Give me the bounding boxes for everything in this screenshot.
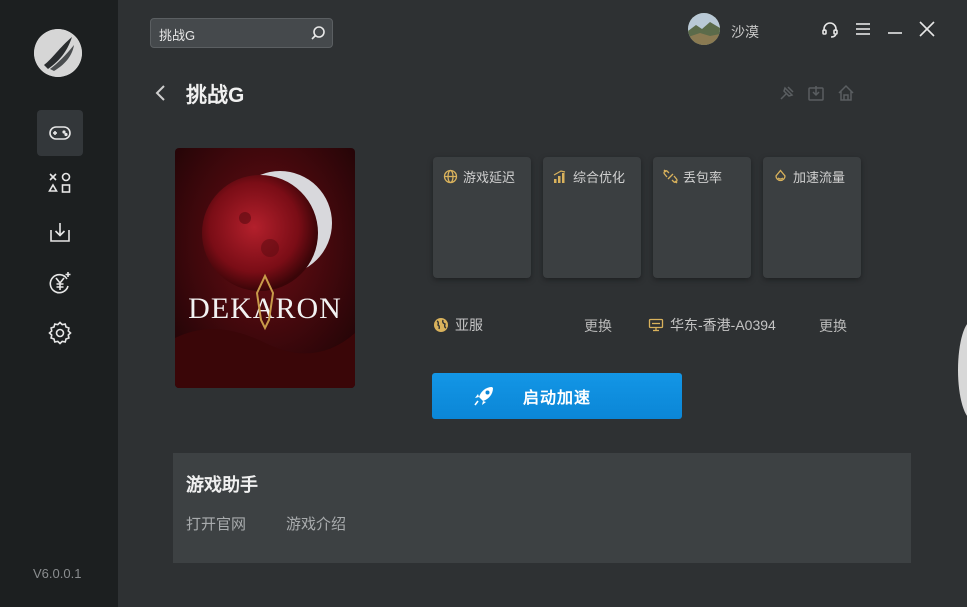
app-window: V6.0.0.1 沙漠 挑战G — [0, 0, 967, 607]
avatar[interactable] — [688, 13, 720, 45]
stat-label: 丢包率 — [683, 170, 723, 185]
change-server-link[interactable]: 更换 — [819, 316, 847, 336]
gamepad-icon — [49, 126, 71, 140]
sidebar-item-settings[interactable] — [37, 310, 83, 356]
search-icon[interactable] — [310, 25, 326, 41]
game-assistant-panel: 游戏助手 打开官网 游戏介绍 — [173, 453, 911, 563]
signal-bars-icon — [553, 170, 566, 183]
floating-widget-edge[interactable] — [958, 320, 967, 420]
download-box-icon[interactable] — [807, 84, 825, 102]
pin-icon[interactable] — [778, 84, 796, 102]
broken-link-icon — [663, 169, 678, 184]
sidebar-item-games[interactable] — [37, 110, 83, 156]
server-icon — [648, 318, 664, 332]
globe-icon — [443, 169, 458, 184]
version-label: V6.0.0.1 — [33, 566, 82, 581]
start-acceleration-label: 启动加速 — [522, 390, 591, 407]
stat-card-traffic: 加速流量 — [763, 157, 861, 278]
server-label: 华东-香港-A0394 — [670, 317, 776, 333]
page-title: 挑战G — [186, 84, 245, 107]
earth-icon — [434, 318, 448, 332]
game-intro-link[interactable]: 游戏介绍 — [286, 513, 346, 534]
server-selector: 华东-香港-A0394 — [648, 315, 776, 335]
stat-card-latency: 游戏延迟 — [433, 157, 531, 278]
game-assistant-title: 游戏助手 — [186, 475, 258, 495]
sidebar-item-apps[interactable] — [37, 160, 83, 206]
start-acceleration-button[interactable]: 启动加速 — [432, 373, 682, 419]
download-icon — [50, 223, 70, 242]
stat-label: 加速流量 — [793, 170, 846, 185]
sidebar-item-downloads[interactable] — [37, 210, 83, 256]
headset-icon[interactable] — [821, 20, 839, 38]
app-logo — [34, 29, 82, 77]
menu-icon[interactable] — [854, 20, 872, 38]
back-icon[interactable] — [152, 83, 170, 103]
stat-card-packet-loss: 丢包率 — [653, 157, 751, 278]
close-icon[interactable] — [918, 20, 936, 38]
stat-label: 综合优化 — [573, 170, 626, 185]
search-input[interactable] — [159, 24, 309, 44]
yen-coin-icon — [49, 272, 71, 294]
region-selector: 亚服 — [433, 315, 483, 335]
stat-label: 游戏延迟 — [463, 170, 516, 185]
search-box[interactable] — [150, 18, 333, 48]
svg-text:DEKARON: DEKARON — [188, 292, 342, 325]
game-cover-image: DEKARON — [175, 148, 355, 388]
region-label: 亚服 — [455, 317, 483, 333]
sidebar-item-recharge[interactable] — [37, 260, 83, 306]
rocket-icon — [474, 387, 493, 406]
shapes-icon — [48, 172, 71, 193]
change-region-link[interactable]: 更换 — [584, 316, 612, 336]
open-official-site-link[interactable]: 打开官网 — [186, 513, 246, 534]
sidebar: V6.0.0.1 — [0, 0, 118, 607]
gear-icon — [48, 321, 72, 345]
drop-icon — [775, 169, 786, 182]
home-icon[interactable] — [837, 84, 855, 102]
username[interactable]: 沙漠 — [731, 22, 759, 42]
stat-card-optimization: 综合优化 — [543, 157, 641, 278]
minimize-icon[interactable] — [886, 20, 904, 38]
